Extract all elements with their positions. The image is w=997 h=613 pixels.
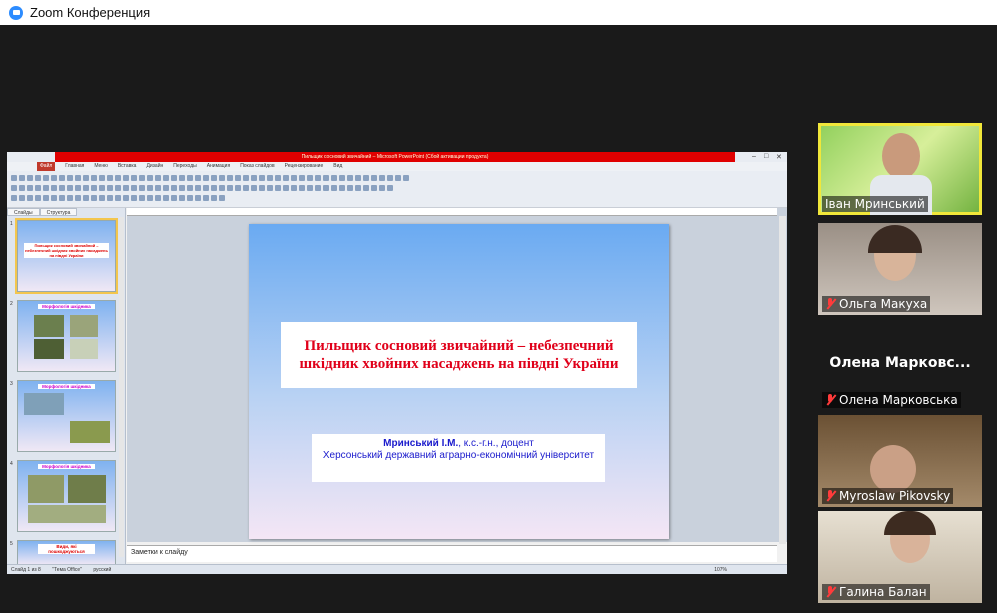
powerpoint-title: Пильщик сосновий звичайний – Microsoft P…: [55, 152, 735, 162]
shared-screen[interactable]: Пильщик сосновий звичайний – Microsoft P…: [7, 152, 787, 574]
status-language: русский: [93, 567, 112, 573]
ruler: [127, 208, 777, 216]
mic-muted-icon: [825, 298, 835, 310]
institution: Херсонський державний аграрно-економічни…: [322, 450, 595, 461]
slides-panel-scrollbar[interactable]: [119, 217, 124, 557]
participant-video: [882, 133, 920, 179]
slide-title-line-1: Пильщик сосновий звичайний – небезпечний: [304, 338, 614, 354]
tab-slides[interactable]: Слайды: [7, 208, 40, 216]
slide-thumbnail-4[interactable]: 4 Морфологія шкідника: [10, 460, 116, 532]
minimize-icon[interactable]: –: [752, 153, 756, 160]
thumbnail-caption: Морфологія шкідника: [38, 384, 95, 389]
slide-thumbnail-5[interactable]: 5 Види, які пошкоджуються: [10, 540, 116, 566]
menu-design[interactable]: Дизайн: [146, 162, 163, 171]
menu-transitions[interactable]: Переходы: [173, 162, 196, 171]
thumbnail-caption: Пильщик сосновий звичайний – небезпечний…: [24, 243, 109, 258]
participant-name: Ольга Макуха: [839, 297, 928, 311]
close-icon[interactable]: ✕: [776, 153, 782, 161]
thumbnail-image: [28, 505, 106, 523]
powerpoint-titlebar: Пильщик сосновий звичайний – Microsoft P…: [7, 152, 787, 162]
thumbnail-image: [34, 315, 64, 337]
thumbnail-image: [28, 475, 64, 503]
slide-author-box[interactable]: Мринський І.М., к.с.-г.н., доцент Херсон…: [312, 434, 605, 482]
menu-view[interactable]: Вид: [333, 162, 342, 171]
status-bar: Слайд 1 из 8 "Тема Office" русский 107%: [7, 564, 787, 574]
slide-thumbnail-3[interactable]: 3 Морфологія шкідника: [10, 380, 116, 452]
status-theme: "Тема Office": [52, 567, 82, 573]
current-slide[interactable]: Пильщик сосновий звичайний – небезпечний…: [249, 224, 669, 539]
thumbnail-caption: Види, які пошкоджуються: [38, 544, 95, 554]
thumbnail-caption: Морфологія шкідника: [38, 464, 95, 469]
slide-thumbnail-2[interactable]: 2 Морфологія шкідника: [10, 300, 116, 372]
participant-tile-2[interactable]: Ольга Макуха: [818, 223, 982, 315]
thumbnail-image: [70, 315, 98, 337]
tab-outline[interactable]: Структура: [39, 208, 78, 216]
notes-pane[interactable]: Заметки к слайду: [127, 545, 777, 562]
status-slide: Слайд 1 из 8: [11, 567, 41, 573]
slide-title-line-2: шкідник хвойних насаджень на півдні Укра…: [299, 356, 619, 372]
participant-tile-1[interactable]: Іван Мринський: [818, 123, 982, 215]
menu-file[interactable]: Файл: [37, 162, 56, 171]
participant-name-label: Ольга Макуха: [822, 296, 931, 312]
thumbnail-image: [24, 393, 64, 415]
menu-review[interactable]: Рецензирование: [285, 162, 324, 171]
powerpoint-ribbon[interactable]: [7, 171, 787, 208]
author-name: Мринський І.М.: [383, 438, 459, 449]
participant-video: [870, 445, 916, 493]
participant-name-label: Myroslaw Pikovsky: [822, 488, 954, 504]
participant-name-label: Іван Мринський: [822, 196, 928, 212]
window-title: Zoom Конференция: [30, 5, 151, 20]
participant-name-label: Галина Балан: [822, 584, 930, 600]
menu-home[interactable]: Главная: [65, 162, 84, 171]
panel-tabs: Слайды Структура: [7, 208, 125, 216]
thumbnail-image: [68, 475, 106, 503]
participant-name: Олена Марковська: [839, 393, 958, 407]
maximize-icon[interactable]: □: [764, 153, 768, 160]
menu-menu[interactable]: Меню: [94, 162, 108, 171]
menu-insert[interactable]: Вставка: [118, 162, 137, 171]
participant-name-label: Олена Марковська: [822, 392, 961, 408]
mic-muted-icon: [825, 394, 835, 406]
slide-title-box[interactable]: Пильщик сосновий звичайний – небезпечний…: [281, 322, 637, 388]
mic-muted-icon: [825, 490, 835, 502]
menu-slideshow[interactable]: Показ слайдов: [240, 162, 274, 171]
slide-thumbnail-1[interactable]: 1 Пильщик сосновий звичайний – небезпечн…: [10, 218, 118, 294]
participant-name: Myroslaw Pikovsky: [839, 489, 951, 503]
thumbnail-image: [70, 421, 110, 443]
participant-tile-4[interactable]: Myroslaw Pikovsky: [818, 415, 982, 507]
thumbnail-image: [70, 339, 98, 359]
zoom-logo-icon: [9, 5, 23, 20]
thumbnail-caption: Морфологія шкідника: [38, 304, 95, 309]
menu-animation[interactable]: Анимация: [207, 162, 230, 171]
status-zoom[interactable]: 107%: [714, 565, 727, 574]
mic-muted-icon: [825, 586, 835, 598]
participant-name: Іван Мринський: [825, 197, 925, 211]
participant-tile-3[interactable]: Олена Марковс... Олена Марковська: [818, 319, 982, 411]
thumbnail-image: [34, 339, 64, 359]
author-degree: , к.с.-г.н., доцент: [458, 438, 534, 449]
ribbon-row-1[interactable]: [11, 175, 409, 183]
participant-name: Галина Балан: [839, 585, 927, 599]
powerpoint-menu: Файл Главная Меню Вставка Дизайн Переход…: [7, 162, 787, 171]
participant-tile-5[interactable]: Галина Балан: [818, 511, 982, 603]
window-titlebar: Zoom Конференция: [0, 0, 997, 25]
participant-display-name: Олена Марковс...: [829, 355, 971, 371]
ribbon-row-2[interactable]: [11, 185, 393, 193]
ribbon-row-3[interactable]: [11, 195, 225, 203]
editor-scrollbar[interactable]: [779, 216, 786, 544]
